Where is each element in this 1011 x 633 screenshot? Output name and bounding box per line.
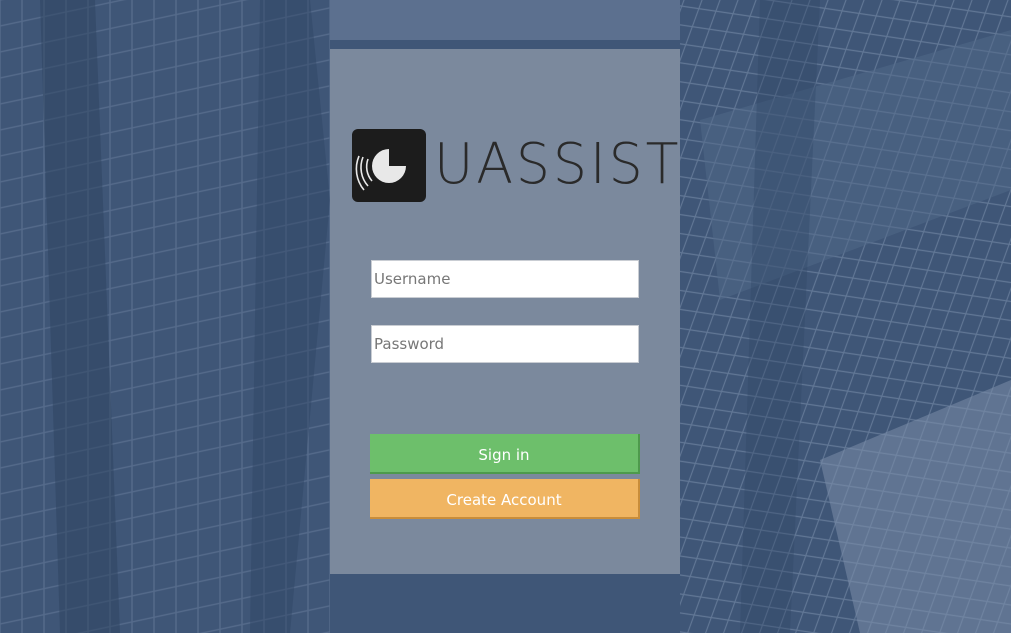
username-input[interactable] — [371, 260, 639, 298]
logo-mark-icon — [352, 129, 426, 202]
sign-in-button[interactable]: Sign in — [370, 434, 640, 474]
login-panel: UASSIST Sign in Create Account — [330, 49, 680, 574]
password-input[interactable] — [371, 325, 639, 363]
create-account-button[interactable]: Create Account — [370, 479, 640, 519]
logo: UASSIST — [352, 129, 678, 203]
logo-text: UASSIST — [434, 132, 682, 197]
